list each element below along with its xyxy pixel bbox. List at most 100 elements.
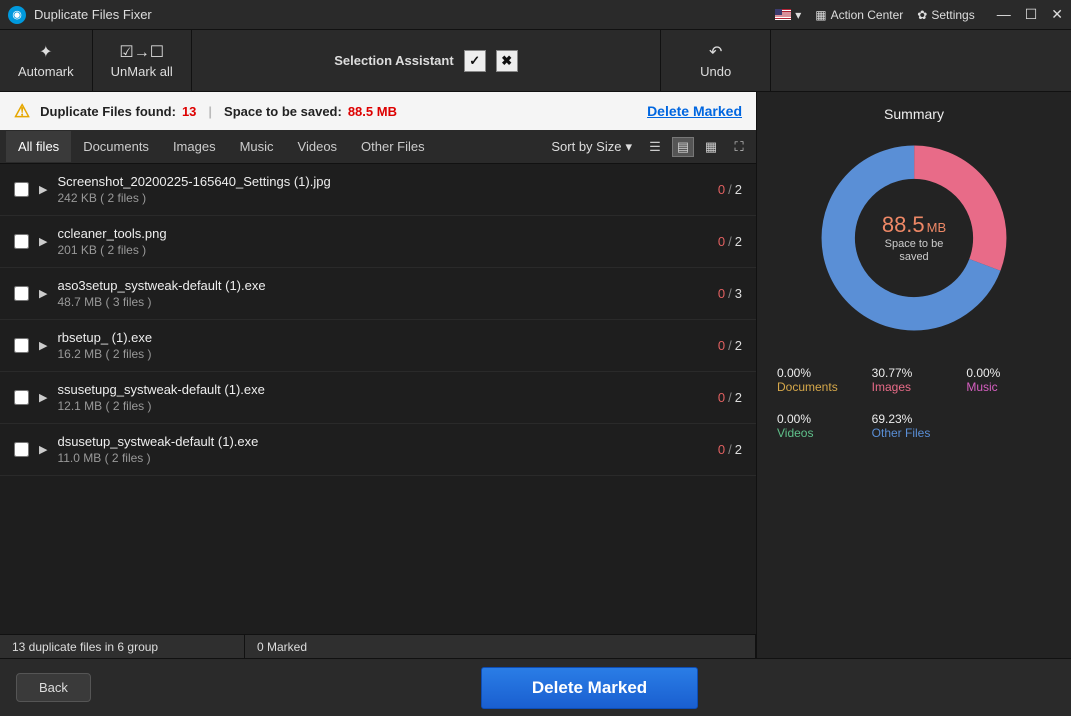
legend-item: 0.00%Music [966,366,1051,394]
file-checkbox[interactable] [14,338,29,353]
unmark-icon: ☑→☐ [119,42,164,62]
expand-caret-icon[interactable]: ▶ [39,183,47,196]
tab-all-files[interactable]: All files [6,131,71,162]
undo-icon: ↶ [709,42,722,62]
donut-label: Space to besaved [882,238,946,264]
titlebar: ◉ Duplicate Files Fixer ▾ ▦Action Center… [0,0,1071,30]
delete-marked-button[interactable]: Delete Marked [481,667,698,709]
language-selector[interactable]: ▾ [775,8,801,22]
app-icon: ◉ [8,6,26,24]
delete-marked-link[interactable]: Delete Marked [647,103,742,119]
file-row: ▶ rbsetup_ (1).exe 16.2 MB ( 2 files )0/2 [0,320,756,372]
file-count: 0/2 [718,234,742,249]
file-count: 0/2 [718,390,742,405]
space-saved-value: 88.5 MB [348,104,397,119]
maximize-button[interactable]: ☐ [1025,6,1038,23]
file-checkbox[interactable] [14,286,29,301]
legend-cat: Videos [777,426,862,440]
grid-icon: ▦ [815,8,826,22]
file-count: 0/2 [718,442,742,457]
status-bar: 13 duplicate files in 6 group 0 Marked [0,634,756,658]
space-saved-label: Space to be saved: [224,104,342,119]
expand-caret-icon[interactable]: ▶ [39,443,47,456]
file-meta: 11.0 MB ( 2 files ) [57,451,717,465]
summary-panel: Summary 88.5MB Space to besaved 0.00%Doc… [757,92,1071,658]
legend-pct: 0.00% [777,366,862,380]
view-grid-icon[interactable]: ▦ [700,137,722,157]
view-controls: ☰ ▤ ▦ ⛶ [644,137,750,157]
tab-music[interactable]: Music [228,131,286,162]
tab-documents[interactable]: Documents [71,131,161,162]
undo-button[interactable]: ↶ Undo [661,30,771,91]
legend-pct: 0.00% [966,366,1051,380]
legend-item: 0.00%Documents [777,366,862,394]
file-count: 0/3 [718,286,742,301]
file-checkbox[interactable] [14,234,29,249]
legend-cat: Documents [777,380,862,394]
file-meta: 201 KB ( 2 files ) [57,243,717,257]
gear-icon: ✿ [917,8,927,22]
undo-label: Undo [700,64,731,79]
warning-icon: ⚠ [14,101,30,122]
legend-item: 30.77%Images [872,366,957,394]
expand-caret-icon[interactable]: ▶ [39,235,47,248]
file-info: ssusetupg_systweak-default (1).exe12.1 M… [57,382,717,413]
legend-item: 0.00%Videos [777,412,862,440]
file-checkbox[interactable] [14,442,29,457]
file-name: ccleaner_tools.png [57,226,717,241]
file-name: ssusetupg_systweak-default (1).exe [57,382,717,397]
summary-legend: 0.00%Documents30.77%Images0.00%Music0.00… [777,366,1051,440]
bottom-bar: Back Delete Marked [0,658,1071,716]
back-button[interactable]: Back [16,673,91,702]
expand-caret-icon[interactable]: ▶ [39,287,47,300]
view-detail-icon[interactable]: ▤ [672,137,694,157]
settings-button[interactable]: ✿ Settings [917,8,974,22]
file-checkbox[interactable] [14,390,29,405]
tab-other[interactable]: Other Files [349,131,437,162]
status-marked: 0 Marked [245,635,756,658]
file-info: Screenshot_20200225-165640_Settings (1).… [57,174,717,205]
file-meta: 16.2 MB ( 2 files ) [57,347,717,361]
legend-pct: 0.00% [777,412,862,426]
expand-caret-icon[interactable]: ▶ [39,339,47,352]
file-count: 0/2 [718,182,742,197]
unmark-all-button[interactable]: ☑→☐ UnMark all [93,30,192,91]
action-center-button[interactable]: ▦Action Center [815,8,903,22]
settings-label: Settings [931,8,974,22]
view-fullscreen-icon[interactable]: ⛶ [728,137,750,157]
tab-images[interactable]: Images [161,131,228,162]
view-list-icon[interactable]: ☰ [644,137,666,157]
sort-dropdown[interactable]: Sort by Size ▾ [551,139,632,155]
tab-videos[interactable]: Videos [286,131,350,162]
file-row: ▶ ccleaner_tools.png 201 KB ( 2 files )0/2 [0,216,756,268]
file-row: ▶ dsusetup_systweak-default (1).exe 11.0 M… [0,424,756,476]
legend-pct: 30.77% [872,366,957,380]
tab-bar: All files Documents Images Music Videos … [0,130,756,164]
legend-cat: Images [872,380,957,394]
expand-caret-icon[interactable]: ▶ [39,391,47,404]
legend-cat: Music [966,380,1051,394]
close-button[interactable]: ✕ [1051,6,1063,23]
file-checkbox[interactable] [14,182,29,197]
file-meta: 48.7 MB ( 3 files ) [57,295,717,309]
file-name: rbsetup_ (1).exe [57,330,717,345]
file-name: dsusetup_systweak-default (1).exe [57,434,717,449]
dup-count: 13 [182,104,196,119]
selection-assistant-label: Selection Assistant [334,53,453,68]
selection-assistant-button[interactable]: Selection Assistant ✓ ✖ [192,30,661,91]
dup-found-label: Duplicate Files found: [40,104,176,119]
file-count: 0/2 [718,338,742,353]
automark-button[interactable]: ✦ Automark [0,30,93,91]
window-controls: — ☐ ✕ [997,6,1063,23]
file-row: ▶ ssusetupg_systweak-default (1).exe12.1 … [0,372,756,424]
file-info: rbsetup_ (1).exe 16.2 MB ( 2 files ) [57,330,717,361]
file-info: aso3setup_systweak-default (1).exe48.7 M… [57,278,717,309]
legend-cat: Other Files [872,426,957,440]
legend-item: 69.23%Other Files [872,412,957,440]
flag-us-icon [775,9,791,20]
status-groups: 13 duplicate files in 6 group [0,635,245,658]
infobar-divider: | [208,104,212,119]
tools-square-icon: ✖ [496,50,518,72]
minimize-button[interactable]: — [997,6,1011,23]
unmark-all-label: UnMark all [111,64,173,79]
